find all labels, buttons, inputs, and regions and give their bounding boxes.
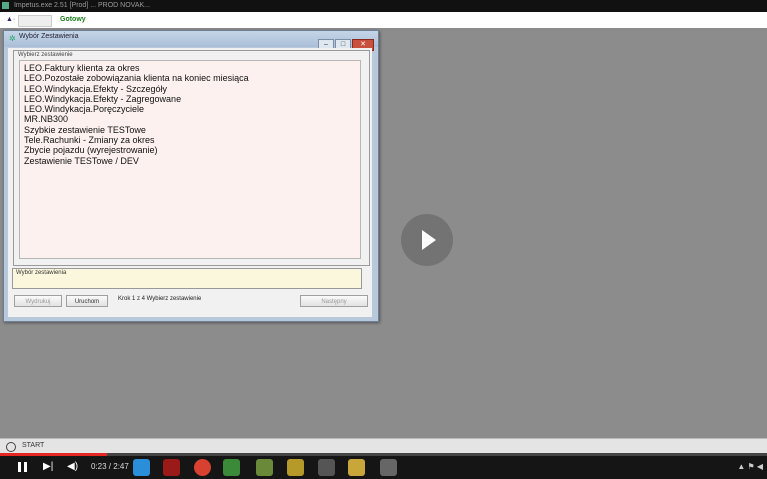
- next-icon[interactable]: ▶|: [43, 460, 53, 474]
- tray-icons[interactable]: ▲ ⚑ ◀: [737, 462, 763, 471]
- video-play-icon[interactable]: [401, 214, 453, 266]
- description-box: Wybór zestawienia: [12, 268, 362, 289]
- window-controls: – □ ✕: [317, 33, 374, 51]
- group-label: Wybierz zestawienie: [18, 52, 73, 58]
- app-titlebar: Impetus.exe 2.51 [Prod] ... PROD NOVAK..…: [0, 0, 767, 12]
- list-item[interactable]: LEO.Windykacja.Efekty - Zagregowane: [24, 94, 356, 104]
- lock-icon[interactable]: [287, 459, 304, 476]
- step-hint: Krok 1 z 4 Wybierz zestawienie: [118, 296, 202, 302]
- volume-icon[interactable]: ◀): [67, 460, 78, 474]
- run-button[interactable]: Uruchom: [66, 295, 108, 307]
- start-label: START: [22, 442, 45, 449]
- report-select-dialog: ✲ Wybór Zestawienia – □ ✕ Wybierz zestawie…: [3, 30, 379, 322]
- app-icon: [2, 1, 9, 9]
- print-button[interactable]: Wydrukuj: [14, 295, 62, 307]
- list-item[interactable]: LEO.Windykacja.Poręczyciele: [24, 104, 356, 114]
- list-item[interactable]: Zbycie pojazdu (wyrejestrowanie): [24, 145, 356, 155]
- bug-icon[interactable]: [163, 459, 180, 476]
- list-item[interactable]: LEO.Pozostałe zobowiązania klienta na ko…: [24, 73, 356, 83]
- report-group: Wybierz zestawienie LEO.Faktury klienta …: [13, 50, 370, 266]
- report-list[interactable]: LEO.Faktury klienta za okres LEO.Pozosta…: [19, 60, 361, 259]
- status-text: Gotowy: [60, 16, 86, 23]
- car-icon[interactable]: [256, 459, 273, 476]
- start-icon[interactable]: [6, 442, 16, 452]
- list-item[interactable]: Zestawienie TESTowe / DEV: [24, 156, 356, 166]
- list-item[interactable]: LEO.Faktury klienta za okres: [24, 63, 356, 73]
- dialog-title: Wybór Zestawienia: [19, 33, 79, 40]
- list-item[interactable]: MR.NB300: [24, 114, 356, 124]
- app-task-icon[interactable]: [380, 459, 397, 476]
- toolbar: ▲· Gotowy: [0, 12, 767, 29]
- list-item[interactable]: LEO.Windykacja.Efekty - Szczegóły: [24, 84, 356, 94]
- dialog-body: Wybierz zestawienie LEO.Faktury klienta …: [8, 48, 372, 317]
- dialog-titlebar[interactable]: ✲ Wybór Zestawienia – □ ✕: [4, 31, 378, 51]
- next-button[interactable]: Następny: [300, 295, 368, 307]
- description-label: Wybór zestawienia: [16, 270, 67, 276]
- spreadsheet-icon[interactable]: [223, 459, 240, 476]
- toolbar-field[interactable]: [18, 15, 52, 27]
- dialog-app-icon: ✲: [9, 34, 16, 43]
- list-item[interactable]: Tele.Rachunki - Zmiany za okres: [24, 135, 356, 145]
- chrome-icon[interactable]: [194, 459, 211, 476]
- skype-icon[interactable]: [133, 459, 150, 476]
- video-controls: ▶| ◀) 0:23 / 2:47 ▲ ⚑ ◀: [0, 456, 767, 479]
- speaker-icon[interactable]: [318, 459, 335, 476]
- list-item[interactable]: Szybkie zestawienie TESTowe: [24, 125, 356, 135]
- folder-icon[interactable]: [348, 459, 365, 476]
- pause-icon[interactable]: [14, 460, 32, 474]
- app-title: Impetus.exe 2.51 [Prod] ... PROD NOVAK..…: [13, 2, 150, 9]
- dropdown-arrow-icon[interactable]: ▲·: [6, 12, 15, 28]
- video-time: 0:23 / 2:47: [91, 462, 129, 471]
